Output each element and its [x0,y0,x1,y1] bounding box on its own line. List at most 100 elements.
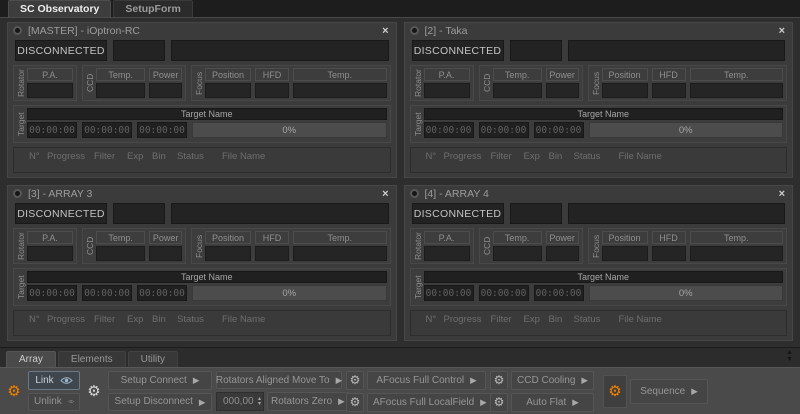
time-field: 00:00:00 [423,122,474,138]
link-button[interactable]: Link [28,371,80,390]
ccd-temp-value-field [96,246,146,261]
grid-col-filename: File Name [618,314,662,325]
gear-icon: ⚙ [608,382,622,400]
sequence-settings-button[interactable]: ⚙ [603,374,627,408]
time-field: 00:00:00 [137,285,187,301]
connect-status-button[interactable]: DISCONNECTED [411,40,504,61]
rotators-aligned-move-to-label: Rotators Aligned Move To [215,374,330,386]
array-toolbar: ⚙ Link Unlink ⚙ Setup Connect ▶ Setup Di… [0,367,800,414]
afocus-full-localfield-settings-button[interactable]: ⚙ [346,392,364,412]
setup-connect-label: Setup Connect [120,374,187,386]
pa-label: P.A. [27,68,73,81]
exposure-list: N° Progress Filter Exp Bin Status File N… [13,147,391,173]
setup-connect-button[interactable]: Setup Connect ▶ [108,371,212,390]
ccd-group: CCD Temp. Power [478,228,583,264]
gear-icon: ⚙ [493,373,505,387]
target-progress-bar: 0% [588,285,783,301]
collapse-splitter-handle[interactable]: ▲ ▼ [786,349,793,363]
status-row: DISCONNECTED [411,203,785,224]
auto-flat-settings-button[interactable]: ⚙ [490,392,508,412]
info-display-box [171,203,389,224]
tab-elements[interactable]: Elements [57,351,126,367]
progress-value: 0% [282,124,297,136]
status-display-box [509,203,562,224]
telescope-panel: [4] - ARRAY 4 × DISCONNECTED Rotator P.A… [403,185,793,341]
grid-col-number: N° [29,314,40,325]
rotator-angle-spinner[interactable]: 000,00 ▴ ▾ [216,392,264,411]
setup-settings-button[interactable]: ⚙ [84,371,104,411]
focus-group-label: Focus [590,71,601,95]
tab-setupform[interactable]: SetupForm [113,0,193,17]
setup-disconnect-button[interactable]: Setup Disconnect ▶ [108,392,212,411]
grid-col-filename: File Name [222,314,266,325]
power-label: Power [149,68,182,81]
tab-array[interactable]: Array [6,351,56,367]
grid-col-status: Status [573,151,601,162]
time-field: 00:00:00 [478,122,529,138]
grid-col-progress: Progress [443,314,482,325]
status-led-icon [13,189,22,198]
grid-col-exp: Exp [523,314,540,325]
grid-col-bin: Bin [548,151,563,162]
time-field: 00:00:00 [27,285,77,301]
ccd-group: CCD Temp. Power [82,228,186,264]
spin-down-icon: ▾ [257,400,261,407]
power-label: Power [545,231,579,244]
pa-value-field [27,246,73,261]
grid-col-exp: Exp [127,314,144,325]
status-row: DISCONNECTED [411,40,785,61]
rotators-aligned-move-to-button[interactable]: Rotators Aligned Move To ▶ [216,371,342,389]
afocus-full-localfield-button[interactable]: AFocus Full LocalField ▶ [367,392,493,412]
power-label: Power [545,68,579,81]
rotators-zero-button[interactable]: Rotators Zero ▶ [267,392,349,411]
connect-status-button[interactable]: DISCONNECTED [15,203,107,224]
target-progress-bar: 0% [192,122,387,138]
tab-sc-observatory[interactable]: SC Observatory [8,0,112,17]
focus-temp-value-field [293,246,387,261]
focus-group: Focus Position HFD Temp. [191,228,391,264]
exposure-list: N° Progress Filter Exp Bin Status File N… [13,310,391,336]
info-display-box [567,40,785,61]
status-row: DISCONNECTED [15,40,389,61]
close-icon[interactable]: × [777,25,787,37]
close-icon[interactable]: × [380,188,390,200]
main-tab-bar: SC Observatory SetupForm [0,0,800,17]
tab-utility[interactable]: Utility [127,351,179,367]
pa-value-field [423,246,470,261]
hfd-label: HFD [255,68,289,81]
play-icon: ▶ [480,396,487,407]
panel-title: [4] - ARRAY 4 [424,187,489,200]
connect-status-button[interactable]: DISCONNECTED [411,203,504,224]
close-icon[interactable]: × [380,25,390,37]
afocus-full-control-settings-button[interactable]: ⚙ [346,370,364,390]
afocus-full-control-button[interactable]: AFocus Full Control ▶ [367,370,486,390]
telescope-panel: [3] - ARRAY 3 × DISCONNECTED Rotator P.A… [7,185,397,341]
target-group-label: Target [412,112,423,136]
rotator-group-label: Rotator [16,69,26,97]
close-icon[interactable]: × [777,188,787,200]
unlink-button[interactable]: Unlink [28,392,80,411]
grid-col-number: N° [29,151,40,162]
bottom-tab-bar: Array Elements Utility ▲ ▼ [0,348,800,367]
ccd-cooling-button[interactable]: CCD Cooling ▶ [511,370,594,390]
device-groups: Rotator P.A. CCD Temp. Power Focus Posit… [409,228,787,264]
play-icon: ▶ [691,385,698,396]
ccd-group-label: CCD [85,236,95,256]
link-settings-button[interactable]: ⚙ [4,371,24,411]
grid-col-filename: File Name [618,151,662,162]
rotator-group: Rotator P.A. [409,228,474,264]
rotator-group: Rotator P.A. [13,228,77,264]
spinner-arrows-icon[interactable]: ▴ ▾ [257,396,261,407]
hfd-value-field [651,246,686,261]
focus-group-label: Focus [194,71,204,95]
hfd-label: HFD [651,231,686,244]
connect-status-button[interactable]: DISCONNECTED [15,40,107,61]
ccd-temp-label: Temp. [96,68,146,81]
ccd-cooling-settings-button[interactable]: ⚙ [490,370,508,390]
grid-col-bin: Bin [152,314,166,325]
time-field: 00:00:00 [82,285,132,301]
time-field: 00:00:00 [27,122,77,138]
sequence-button[interactable]: Sequence ▶ [630,378,708,404]
auto-flat-button[interactable]: Auto Flat ▶ [511,392,594,412]
rotators-zero-label: Rotators Zero [271,396,333,407]
